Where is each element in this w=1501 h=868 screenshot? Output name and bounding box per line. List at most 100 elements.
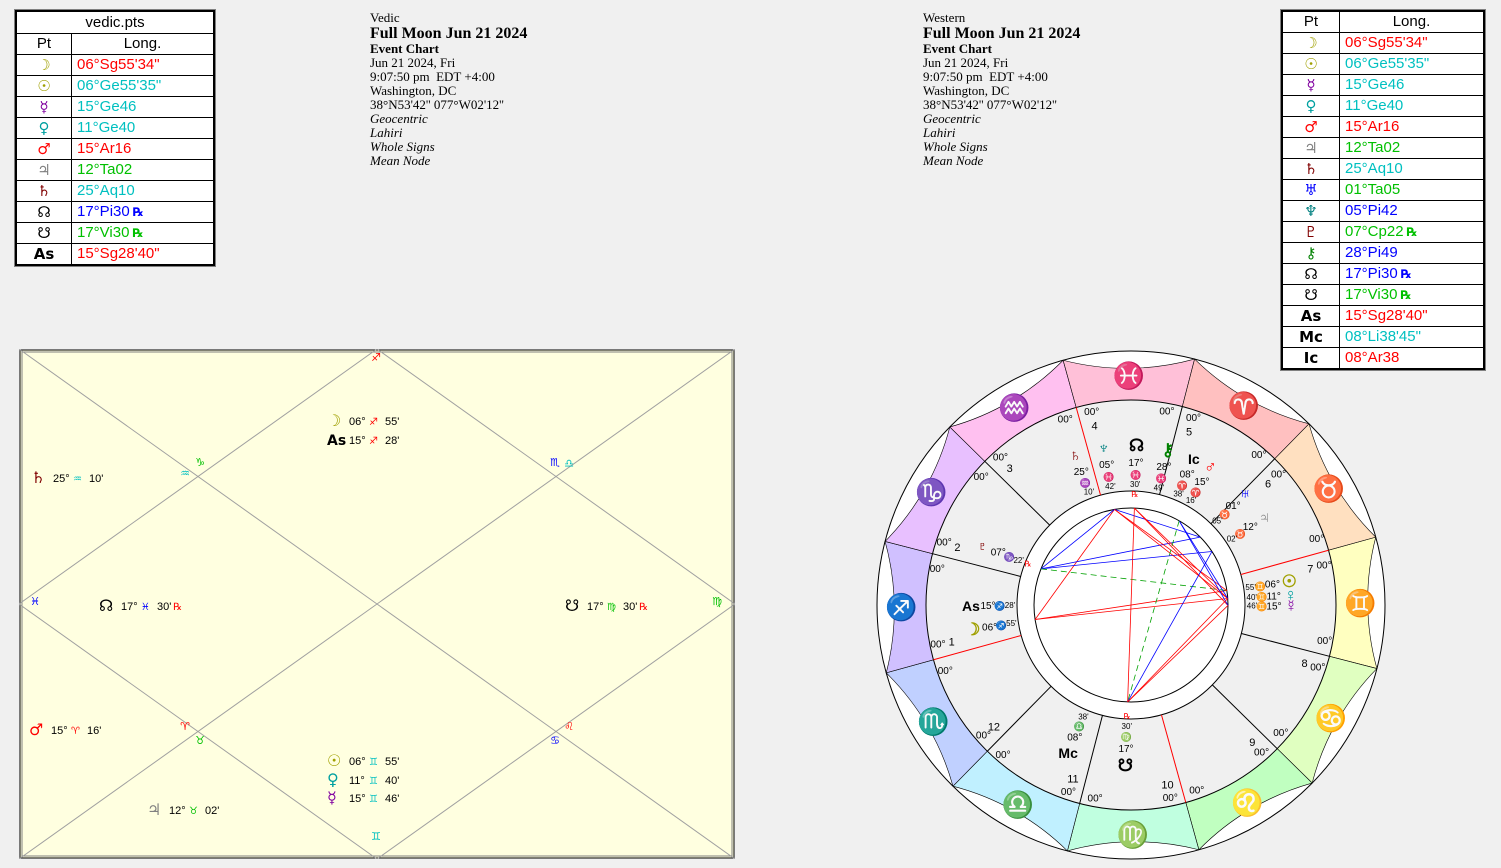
- house-number-8: 8: [1301, 658, 1307, 670]
- longitude-value: 15°Sg28'40": [1339, 305, 1484, 327]
- point-row-mercury[interactable]: ☿ 15°Ge46: [1282, 74, 1484, 96]
- point-row-sun[interactable]: ☉ 06°Ge55'35": [1282, 53, 1484, 75]
- moon-icon: ☽: [1282, 32, 1340, 54]
- point-row-north-node[interactable]: ☊ 17°Pi30 ℞: [1282, 263, 1484, 285]
- aquarius-sign-icon: ♒: [998, 392, 1030, 422]
- planet-minutes: 55': [1245, 583, 1256, 592]
- point-row-chiron[interactable]: ⚷ 28°Pi49: [1282, 242, 1484, 264]
- planet-minutes: 46': [385, 793, 399, 805]
- house-9-sign-icon: ♌: [564, 720, 574, 733]
- ascendant-icon: As: [16, 243, 72, 265]
- planet-degree: 15°: [349, 793, 366, 805]
- chart-node-type: Mean Node: [923, 153, 984, 168]
- cusp-degree-label: 00°: [1310, 663, 1325, 674]
- planet-degree: 06°: [1265, 580, 1280, 591]
- western-chart-info: Western Full Moon Jun 21 2024 Event Char…: [923, 11, 1080, 168]
- house-10-sign-icon: ♍: [712, 595, 722, 608]
- chart-view: Geocentric: [923, 111, 981, 126]
- planet-degree: 17°: [1128, 458, 1143, 469]
- cusp-degree-label: 00°: [1189, 786, 1204, 797]
- point-row-venus[interactable]: ♀ 11°Ge40: [16, 117, 214, 139]
- planet-minutes: 55': [385, 416, 399, 428]
- point-row-jupiter[interactable]: ♃ 12°Ta02: [16, 159, 214, 181]
- ascendant-icon: As: [962, 598, 980, 614]
- point-row-saturn[interactable]: ♄ 25°Aq10: [16, 180, 214, 202]
- planet-degree: 15°: [1194, 477, 1209, 488]
- pluto-icon: ♇: [1282, 221, 1340, 243]
- planet-sign-icon: ♐: [369, 436, 378, 447]
- chart-zodiac: Lahiri: [923, 125, 956, 140]
- longitude-value: 01°Ta05: [1339, 179, 1484, 201]
- point-row-mars[interactable]: ♂ 15°Ar16: [16, 138, 214, 160]
- longitude-value: 11°Ge40: [71, 117, 214, 139]
- planet-minutes: 42': [1105, 482, 1116, 491]
- point-row-pluto[interactable]: ♇ 07°Cp22 ℞: [1282, 221, 1484, 243]
- planet-sign-icon: ♍: [607, 602, 616, 613]
- cusp-degree-label: 00°: [1088, 794, 1103, 805]
- point-row-neptune[interactable]: ♆ 05°Pi42: [1282, 200, 1484, 222]
- planet-minutes: 38': [1173, 490, 1184, 499]
- planet-degree: 08°: [1180, 469, 1195, 480]
- point-row-uranus[interactable]: ♅ 01°Ta05: [1282, 179, 1484, 201]
- retrograde-icon: ℞: [1131, 490, 1138, 499]
- planet-minutes: 16': [87, 725, 101, 737]
- point-row-mars[interactable]: ♂ 15°Ar16: [1282, 116, 1484, 138]
- planet-degree: 12°: [169, 805, 186, 817]
- western-chart-wheel[interactable]: ♊ ♋ ♌ ♍ ♎ ♏ ♐ ♑ ♒ ♓ ♈ ♉ 00° 00° 1 00° 00° 2 00° 00° 3 00° 00° 4…: [875, 349, 1387, 861]
- vedic-north-indian-chart[interactable]: ♐ ☽ 06° ♐ 55' As 15° ♐ 28' ♑ ♒ ♄ 25° ♒ 10' ♓ ☊ 17° ♓ 30' ℞ ♈ ♂…: [19, 349, 735, 859]
- point-row-south-node[interactable]: ☋ 17°Vi30 ℞: [16, 222, 214, 244]
- planet-sign-icon: ♍: [1121, 731, 1132, 742]
- planet-degree: 17°: [587, 601, 604, 613]
- long-column-header: Long.: [1339, 11, 1484, 33]
- south-node-icon: ☋: [16, 222, 72, 244]
- midheaven-icon: Mc: [1058, 745, 1078, 761]
- jupiter-icon: ♃: [1258, 508, 1271, 527]
- planet-degree: 06°: [349, 756, 366, 768]
- imum-coeli-icon: Ic: [1188, 451, 1200, 467]
- chart-zodiac: Lahiri: [370, 125, 403, 140]
- point-row-ascendant[interactable]: As 15°Sg28'40": [16, 243, 214, 265]
- planet-minutes: 28': [385, 435, 399, 447]
- point-row-moon[interactable]: ☽ 06°Sg55'34": [16, 54, 214, 76]
- planet-sign-icon: ♈: [71, 726, 80, 737]
- point-row-sun[interactable]: ☉ 06°Ge55'35": [16, 75, 214, 97]
- house-1-sign-icon: ♐: [371, 351, 381, 364]
- longitude-value: 07°Cp22 ℞: [1339, 221, 1484, 243]
- cusp-degree-label: 00°: [1309, 534, 1324, 545]
- planet-minutes: 38': [1078, 712, 1089, 721]
- planet-sign-icon: ♓: [1103, 471, 1114, 482]
- point-row-ascendant[interactable]: As 15°Sg28'40": [1282, 305, 1484, 327]
- house-number-7: 7: [1307, 564, 1313, 576]
- chart-place: Washington, DC: [923, 83, 1010, 98]
- chart-coordinates: 38°N53'42'' 077°W02'12'': [923, 97, 1057, 112]
- cusp-degree-label: 00°: [1163, 793, 1178, 804]
- planet-degree: 05°: [1099, 460, 1114, 471]
- planet-sign-icon: ♓: [141, 602, 150, 613]
- longitude-text: 06°Sg55'34": [1345, 34, 1428, 51]
- point-row-north-node[interactable]: ☊ 17°Pi30 ℞: [16, 201, 214, 223]
- longitude-text: 15°Ar16: [1345, 118, 1400, 135]
- point-row-moon[interactable]: ☽ 06°Sg55'34": [1282, 32, 1484, 54]
- point-row-mercury[interactable]: ☿ 15°Ge46: [16, 96, 214, 118]
- point-row-south-node[interactable]: ☋ 17°Vi30 ℞: [1282, 284, 1484, 306]
- chart-node-type: Mean Node: [370, 153, 431, 168]
- longitude-text: 11°Ge40: [77, 119, 136, 136]
- neptune-icon: ♆: [1097, 438, 1110, 457]
- planet-minutes: 55': [1006, 619, 1017, 628]
- moon-icon: ☽: [16, 54, 72, 76]
- planet-sign-icon: ♊: [1255, 580, 1266, 591]
- point-row-jupiter[interactable]: ♃ 12°Ta02: [1282, 137, 1484, 159]
- chart-system-label: Vedic: [370, 10, 400, 25]
- cusp-degree-label: 00°: [1058, 414, 1073, 425]
- chart-coordinates: 38°N53'42'' 077°W02'12'': [370, 97, 504, 112]
- vedic-table-title: vedic.pts: [16, 11, 214, 33]
- north-node-icon: ☊: [1129, 436, 1144, 455]
- cusp-degree-label: 00°: [1316, 561, 1331, 572]
- vedic-planet-entry[interactable]: As 15° ♐ 28': [327, 433, 399, 449]
- longitude-text: 15°Ge46: [77, 98, 137, 115]
- planet-degree: 17°: [1118, 744, 1133, 755]
- point-row-midheaven[interactable]: Mc 08°Li38'45": [1282, 326, 1484, 348]
- point-row-saturn[interactable]: ♄ 25°Aq10: [1282, 158, 1484, 180]
- planet-minutes: 30': [623, 601, 637, 613]
- point-row-venus[interactable]: ♀ 11°Ge40: [1282, 95, 1484, 117]
